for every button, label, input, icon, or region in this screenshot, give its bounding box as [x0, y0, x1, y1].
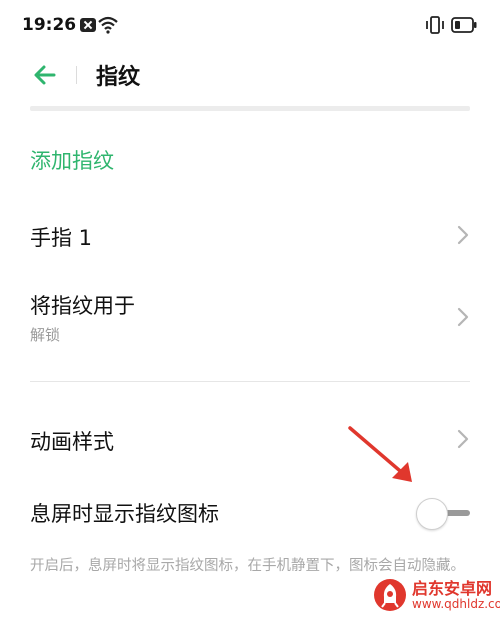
chevron-right-icon — [457, 307, 469, 327]
chevron-right-icon — [457, 225, 469, 245]
status-bar: 19:26 — [0, 0, 500, 52]
wifi-icon — [98, 16, 118, 34]
vibrate-icon — [426, 16, 444, 34]
notification-icon — [80, 18, 96, 32]
section-divider — [30, 381, 470, 382]
watermark-url: www.qdhldz.com — [412, 597, 500, 611]
arrow-left-icon[interactable] — [32, 62, 58, 88]
add-fingerprint-label: 添加指纹 — [30, 149, 114, 173]
animation-style-item[interactable]: 动画样式 — [0, 422, 500, 462]
app-header: 指纹 — [0, 52, 500, 98]
toggle-knob — [416, 498, 448, 530]
use-fingerprint-for-item[interactable]: 将指纹用于 解锁 — [0, 288, 500, 348]
status-time: 19:26 — [22, 15, 77, 35]
watermark: 启东安卓网 www.qdhldz.com — [370, 573, 500, 619]
chevron-right-icon — [457, 429, 469, 449]
watermark-logo-icon — [374, 579, 406, 611]
aod-fingerprint-icon-item: 息屏时显示指纹图标 — [0, 495, 500, 535]
header-divider — [30, 106, 470, 111]
battery-icon — [451, 17, 477, 33]
finger-1-item[interactable]: 手指 1 — [0, 218, 500, 258]
page-title: 指纹 — [96, 65, 141, 90]
watermark-title: 启东安卓网 — [412, 579, 493, 598]
animation-style-label: 动画样式 — [30, 430, 114, 454]
use-fingerprint-for-label: 将指纹用于 — [30, 294, 135, 318]
annotation-arrow-icon — [348, 426, 412, 482]
aod-fingerprint-icon-toggle[interactable] — [414, 497, 470, 531]
finger-1-label: 手指 1 — [30, 226, 93, 250]
header-separator — [76, 66, 77, 84]
use-fingerprint-for-value: 解锁 — [30, 326, 61, 344]
aod-fingerprint-icon-label: 息屏时显示指纹图标 — [30, 502, 219, 526]
add-fingerprint-button[interactable]: 添加指纹 — [0, 145, 500, 185]
